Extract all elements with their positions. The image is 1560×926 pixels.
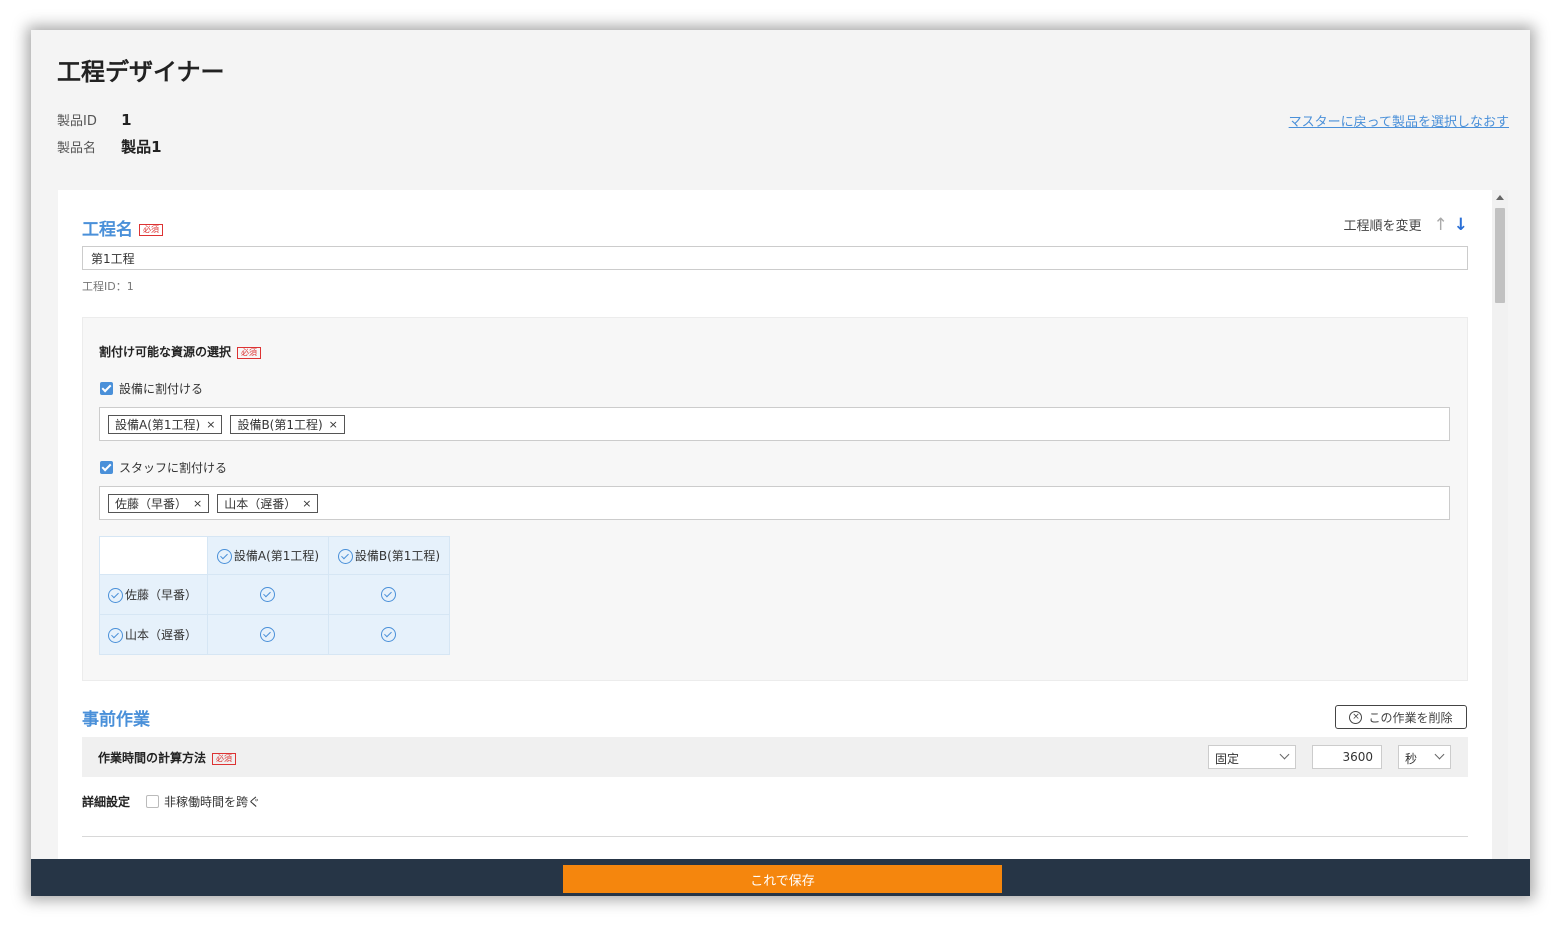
product-name-value: 製品1 xyxy=(121,138,162,156)
work-time-calc-row: 作業時間の計算方法 必須 固定 3600 秒 xyxy=(82,737,1468,777)
matrix-row: 佐藤（早番） xyxy=(99,574,450,615)
work-time-input[interactable]: 3600 xyxy=(1312,745,1382,769)
equipment-tag: 設備A(第1工程) × xyxy=(108,414,223,434)
scroll-up-icon[interactable] xyxy=(1496,195,1504,200)
span-nonworking-option[interactable]: 非稼働時間を跨ぐ xyxy=(146,793,260,810)
product-name-row: 製品名 製品1 xyxy=(57,136,162,157)
matrix-cell[interactable] xyxy=(328,614,450,655)
tag-remove-icon[interactable]: × xyxy=(302,497,311,510)
time-unit-value: 秒 xyxy=(1405,752,1418,766)
matrix-corner xyxy=(99,536,208,575)
required-badge: 必須 xyxy=(139,224,163,236)
check-circle-icon xyxy=(259,587,275,602)
process-name-input[interactable] xyxy=(82,246,1468,270)
delete-work-label: この作業を削除 xyxy=(1368,710,1453,725)
matrix-row-header[interactable]: 山本（遅番） xyxy=(99,614,208,655)
tag-label: 佐藤（早番） xyxy=(115,496,188,511)
staff-tag: 佐藤（早番） × xyxy=(108,493,210,513)
check-circle-icon xyxy=(216,549,232,564)
span-nonworking-label: 非稼働時間を跨ぐ xyxy=(164,795,261,809)
product-id-label: 製品ID xyxy=(57,114,97,129)
tag-remove-icon[interactable]: × xyxy=(206,418,215,431)
arrow-down-icon[interactable]: ↓ xyxy=(1454,216,1468,233)
calc-method-value: 固定 xyxy=(1215,752,1240,766)
staff-checkbox[interactable] xyxy=(100,461,113,474)
arrow-up-icon[interactable]: ↑ xyxy=(1434,216,1448,233)
column-label: 設備A(第1工程) xyxy=(233,549,320,563)
tag-label: 設備B(第1工程) xyxy=(237,417,323,432)
process-name-title: 工程名 xyxy=(82,220,133,240)
page-title: 工程デザイナー xyxy=(57,58,225,86)
matrix-cell[interactable] xyxy=(207,614,329,655)
column-label: 設備B(第1工程) xyxy=(354,549,441,563)
tag-remove-icon[interactable]: × xyxy=(329,418,338,431)
tag-label: 山本（遅番） xyxy=(224,496,297,511)
resource-selection-title: 割付け可能な資源の選択 xyxy=(99,345,232,359)
equipment-tag-input[interactable]: 設備A(第1工程) × 設備B(第1工程) × xyxy=(99,407,1450,441)
resource-selection-box: 割付け可能な資源の選択 必須 設備に割付ける 設備A(第1工程) × 設備B(第1工… xyxy=(82,317,1468,681)
tag-label: 設備A(第1工程) xyxy=(115,417,201,432)
calc-method-label: 作業時間の計算方法 xyxy=(98,751,207,765)
matrix-header-row: 設備A(第1工程) 設備B(第1工程) xyxy=(99,536,450,575)
row-label: 山本（遅番） xyxy=(125,628,198,642)
equipment-tag: 設備B(第1工程) × xyxy=(230,414,345,434)
matrix-row: 山本（遅番） xyxy=(99,614,450,655)
product-id-row: 製品ID 1 xyxy=(57,110,132,129)
product-id-value: 1 xyxy=(121,111,132,129)
row-label: 佐藤（早番） xyxy=(125,588,198,602)
staff-tag-input[interactable]: 佐藤（早番） × 山本（遅番） × xyxy=(99,486,1450,520)
time-unit-select[interactable]: 秒 xyxy=(1398,745,1451,769)
calc-method-heading: 作業時間の計算方法 必須 xyxy=(98,749,237,766)
calc-method-select[interactable]: 固定 xyxy=(1208,745,1296,769)
equipment-checkbox[interactable] xyxy=(100,382,113,395)
check-circle-icon xyxy=(108,628,123,643)
back-to-master-link[interactable]: マスターに戻って製品を選択しなおす xyxy=(1289,111,1509,130)
panel-scrollbar[interactable] xyxy=(1492,190,1508,870)
matrix-column-header[interactable]: 設備B(第1工程) xyxy=(328,536,450,575)
matrix-column-header[interactable]: 設備A(第1工程) xyxy=(207,536,329,575)
footer-bar: これで保存 xyxy=(31,859,1530,896)
matrix-cell[interactable] xyxy=(207,574,329,615)
check-circle-icon xyxy=(337,549,353,564)
required-badge: 必須 xyxy=(237,346,262,359)
section-divider xyxy=(82,836,1468,837)
chevron-down-icon xyxy=(1434,749,1445,760)
tag-remove-icon[interactable]: × xyxy=(193,497,202,510)
scrollbar-thumb[interactable] xyxy=(1495,208,1505,303)
process-order-control: 工程順を変更 ↑ ↓ xyxy=(1343,215,1468,234)
delete-work-button[interactable]: × この作業を削除 xyxy=(1335,705,1467,729)
check-circle-icon xyxy=(380,627,396,642)
staff-assign-option[interactable]: スタッフに割付ける xyxy=(100,459,227,476)
save-button[interactable]: これで保存 xyxy=(563,865,1002,893)
equipment-assign-option[interactable]: 設備に割付ける xyxy=(100,380,203,397)
process-name-heading: 工程名 必須 xyxy=(82,215,163,240)
process-id-text: 工程ID：1 xyxy=(82,280,134,293)
process-editor-panel: 工程名必須 工程順を変更 ↑ ↓ 工程ID：1 割付け可能な資源の選択必須 設備… xyxy=(58,190,1508,870)
span-nonworking-checkbox[interactable] xyxy=(146,795,160,808)
resource-selection-heading: 割付け可能な資源の選択 必須 xyxy=(99,343,262,360)
matrix-cell[interactable] xyxy=(328,574,450,615)
assignment-matrix: 設備A(第1工程) 設備B(第1工程) 佐藤（早番） 山本（遅番） xyxy=(99,536,450,655)
process-order-label: 工程順を変更 xyxy=(1343,219,1422,234)
required-badge: 必須 xyxy=(212,752,237,765)
staff-tag: 山本（遅番） × xyxy=(217,493,319,513)
check-circle-icon xyxy=(259,627,275,642)
check-circle-icon xyxy=(380,587,396,602)
chevron-down-icon xyxy=(1279,749,1290,760)
app-window: 工程デザイナー 製品ID 1 製品名 製品1 マスターに戻って製品を選択しなおす… xyxy=(31,30,1530,896)
detail-settings-row: 詳細設定 非稼働時間を跨ぐ xyxy=(82,793,260,810)
detail-settings-label: 詳細設定 xyxy=(82,795,131,809)
product-name-label: 製品名 xyxy=(57,141,97,156)
matrix-row-header[interactable]: 佐藤（早番） xyxy=(99,574,208,615)
check-circle-icon xyxy=(108,588,123,603)
staff-checkbox-label: スタッフに割付ける xyxy=(119,461,228,475)
equipment-checkbox-label: 設備に割付ける xyxy=(119,382,204,396)
close-circle-icon: × xyxy=(1349,710,1363,724)
pre-work-title: 事前作業 xyxy=(82,710,150,730)
